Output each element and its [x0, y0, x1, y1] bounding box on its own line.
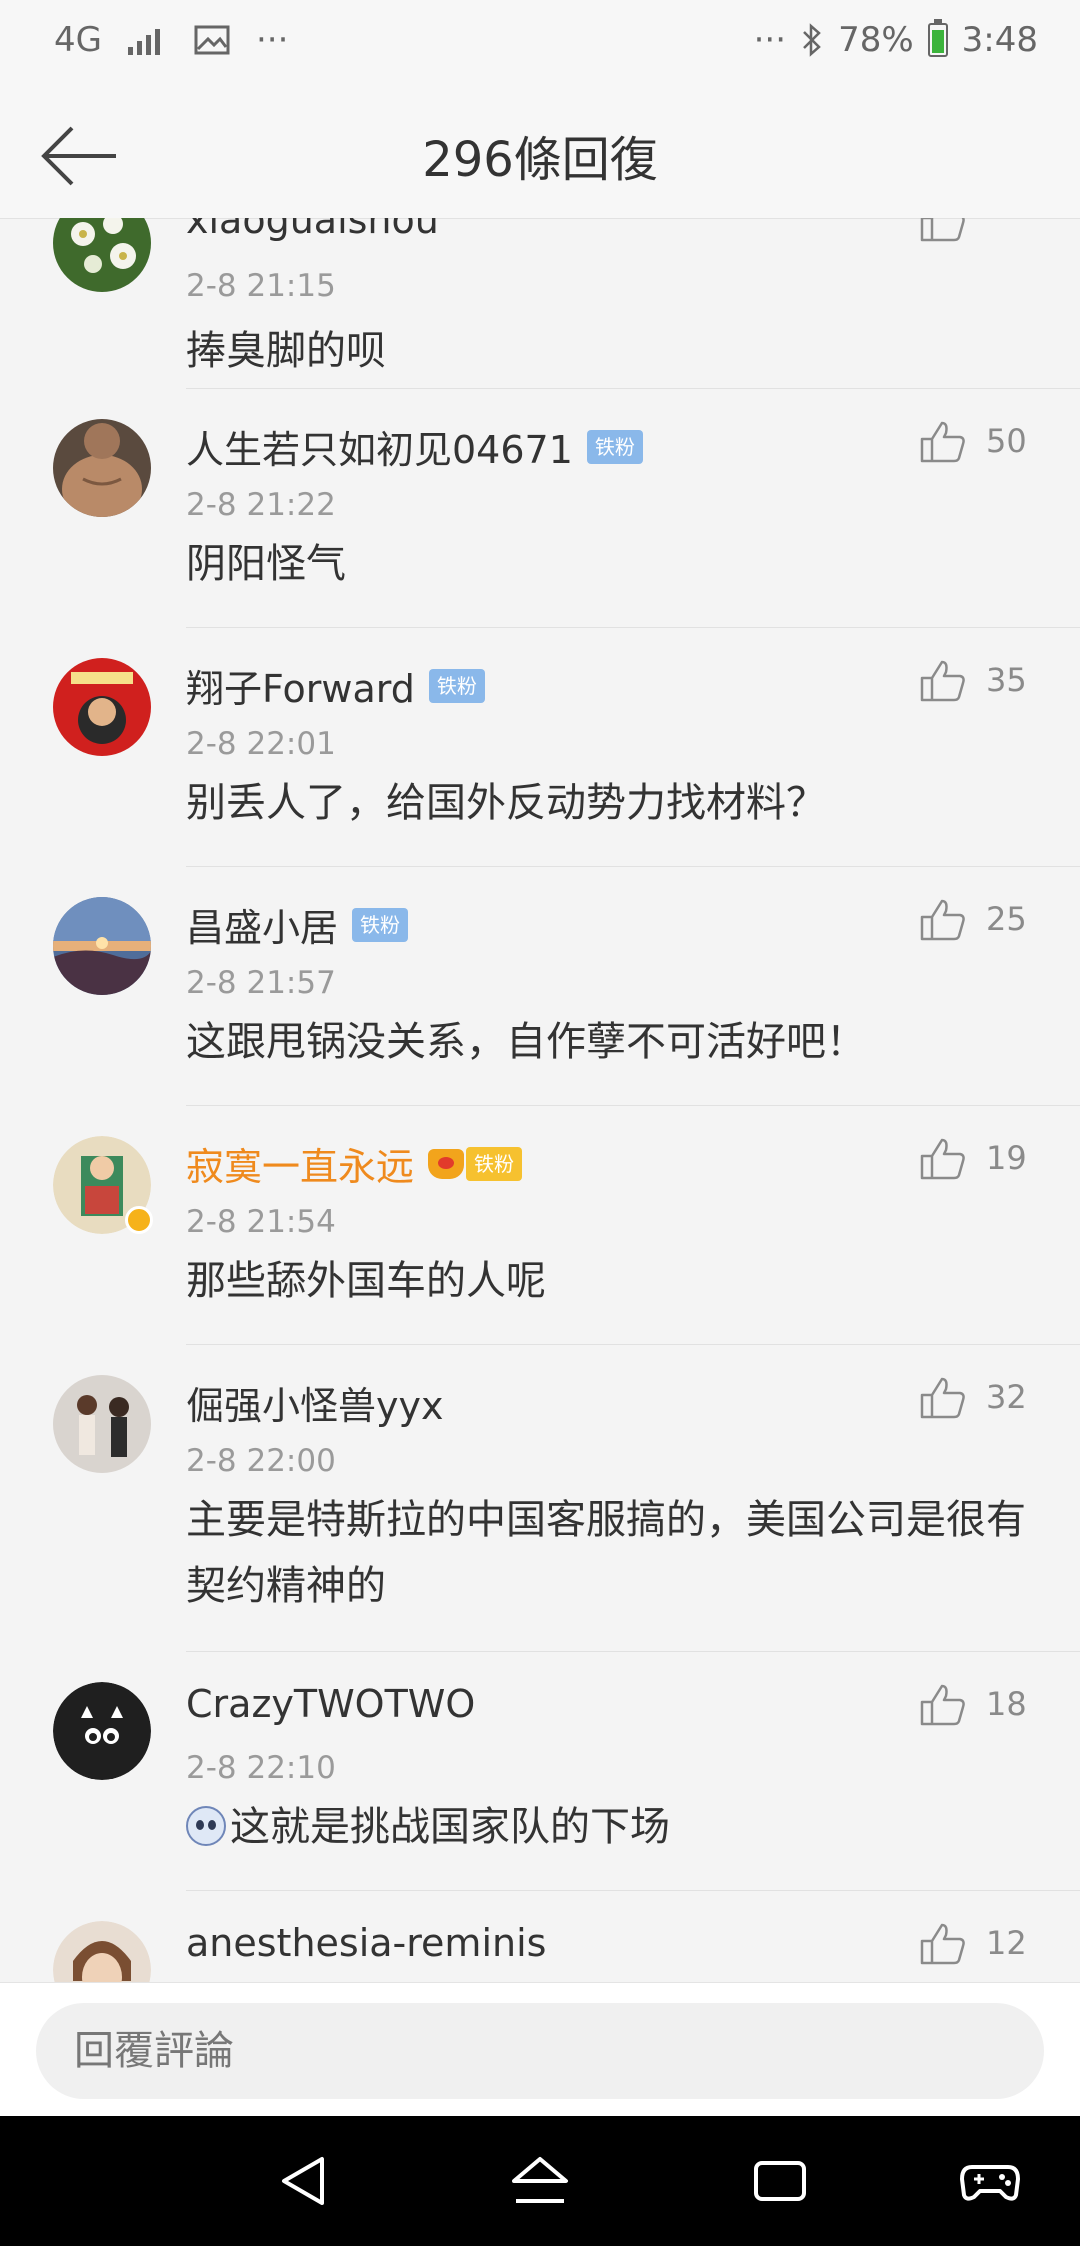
nav-recents-icon [754, 2161, 806, 2201]
thumbs-up-icon [920, 218, 965, 242]
like-count: 18 [986, 1685, 1027, 1723]
like-button[interactable]: 25 [920, 897, 1050, 941]
thumbs-up-icon [920, 1684, 965, 1726]
username[interactable]: 翔子Forward 铁粉 [186, 658, 485, 713]
bluetooth-icon [803, 23, 821, 57]
username-text: 昌盛小居 [186, 906, 339, 950]
like-button[interactable]: 32 [920, 1375, 1050, 1419]
reply-bar: 回覆評論 [0, 1982, 1080, 2117]
comment-text: 这跟甩锅没关系，自作孽不可活好吧！ [186, 1019, 866, 1065]
battery-percent: 78% [838, 20, 914, 60]
fan-badge: 铁粉 [466, 1146, 523, 1181]
navigation-bar [0, 2116, 1080, 2246]
avatar[interactable] [53, 419, 151, 517]
nav-recents-button[interactable] [748, 2149, 812, 2213]
like-count: 35 [986, 661, 1027, 699]
comment-time: 2-8 21:54 [186, 1204, 336, 1240]
avatar[interactable] [53, 658, 151, 756]
comment-item: 翔子Forward 铁粉 35 2-8 22:01 别丢人了，给国外反动势力找材… [0, 628, 1080, 866]
header: 296條回復 [0, 90, 1080, 219]
username[interactable]: 寂寞一直永远 铁粉 [186, 1136, 523, 1191]
username[interactable]: xiaoguaishou [186, 218, 439, 242]
comment-list[interactable]: xiaoguaishou 2-8 21:15 捧臭脚的呗 人生若只如初见0467… [0, 218, 1080, 1982]
username[interactable]: 倔强小怪兽yyx [186, 1375, 443, 1430]
comment-text: 别丢人了，给国外反动势力找材料？ [186, 780, 826, 826]
fan-badge: 铁粉 [352, 907, 409, 942]
like-count: 12 [986, 1924, 1027, 1962]
like-count: 50 [986, 422, 1027, 460]
image-icon [194, 25, 230, 55]
nav-back-button[interactable] [272, 2149, 336, 2213]
username[interactable]: 人生若只如初见04671 铁粉 [186, 419, 643, 474]
fan-badge: 铁粉 [428, 668, 485, 703]
more-status-icon: ··· [753, 20, 787, 60]
signal-icon [127, 29, 160, 55]
like-count: 25 [986, 900, 1027, 938]
comment-time: 2-8 22:00 [186, 1443, 336, 1479]
status-bar: 4G ··· ··· 78% 3:48 [0, 0, 1080, 90]
comment-text: 那些舔外国车的人呢 [186, 1258, 546, 1304]
comment-time: 2-8 21:57 [186, 965, 336, 1001]
comment-text: 主要是特斯拉的中国客服搞的，美国公司是很有契约精神的 [186, 1497, 1026, 1609]
username[interactable]: 昌盛小居 铁粉 [186, 897, 409, 952]
comment-time: 2-8 21:22 [186, 487, 336, 523]
page-title: 296條回復 [422, 132, 658, 188]
thumbs-up-icon [920, 421, 965, 463]
avatar[interactable] [53, 897, 151, 995]
comment-time: 2-8 22:10 [186, 1750, 336, 1786]
crown-icon [428, 1148, 465, 1179]
like-button[interactable]: 12 [920, 1921, 1050, 1965]
nav-game-button[interactable] [958, 2149, 1022, 2213]
fan-badge: 铁粉 [586, 429, 643, 464]
nav-home-icon [512, 2157, 568, 2203]
like-button[interactable]: 50 [920, 419, 1050, 463]
network-indicator: 4G [54, 20, 102, 60]
comment-item: 昌盛小居 铁粉 25 2-8 21:57 这跟甩锅没关系，自作孽不可活好吧！ [0, 867, 1080, 1105]
thumbs-up-icon [920, 1377, 965, 1419]
comment-text: 捧臭脚的呗 [186, 328, 386, 374]
username[interactable]: anesthesia-reminis [186, 1921, 546, 1965]
nav-back-icon [282, 2157, 324, 2205]
like-button[interactable]: 18 [920, 1682, 1050, 1726]
avatar[interactable] [53, 218, 151, 292]
thumbs-up-icon [920, 1923, 965, 1965]
comment-text: 阴阳怪气 [186, 541, 346, 587]
more-notifications-icon: ··· [255, 20, 289, 60]
comment-text: 这就是挑战国家队的下场 [230, 1804, 670, 1850]
comment-text-row: 这就是挑战国家队的下场 [186, 1794, 1030, 1860]
like-button[interactable]: 19 [920, 1136, 1050, 1180]
like-count: 19 [986, 1139, 1027, 1177]
comment-time: 2-8 22:01 [186, 726, 336, 762]
avatar[interactable] [53, 1921, 151, 1982]
comment-item: 倔强小怪兽yyx 32 2-8 22:00 主要是特斯拉的中国客服搞的，美国公司… [0, 1345, 1080, 1651]
username-text: 翔子Forward [186, 667, 415, 711]
emoji-icon [186, 1806, 226, 1846]
thumbs-up-icon [920, 660, 965, 702]
verified-badge-icon [125, 1206, 153, 1234]
comment-item: xiaoguaishou 2-8 21:15 捧臭脚的呗 [0, 218, 1080, 388]
thumbs-up-icon [920, 1138, 965, 1180]
gamepad-icon [960, 2165, 1020, 2201]
username-text: 人生若只如初见04671 [186, 428, 573, 472]
comment-time: 2-8 21:15 [186, 268, 336, 304]
username[interactable]: CrazyTWOTWO [186, 1682, 475, 1726]
avatar[interactable] [53, 1375, 151, 1473]
comment-item: 寂寞一直永远 铁粉 19 2-8 21:54 那些舔外国车的人呢 [0, 1106, 1080, 1344]
avatar[interactable] [53, 1682, 151, 1780]
comment-item: 人生若只如初见04671 铁粉 50 2-8 21:22 阴阳怪气 [0, 389, 1080, 627]
like-button[interactable] [920, 218, 1050, 242]
comment-item: anesthesia-reminis 12 [0, 1891, 1080, 1982]
clock: 3:48 [961, 20, 1038, 60]
like-button[interactable]: 35 [920, 658, 1050, 702]
nav-home-button[interactable] [508, 2149, 572, 2213]
battery-icon [927, 19, 948, 57]
thumbs-up-icon [920, 899, 965, 941]
avatar[interactable] [53, 1136, 153, 1234]
comment-item: CrazyTWOTWO 18 2-8 22:10 这就是挑战国家队的下场 [0, 1652, 1080, 1890]
like-count: 32 [986, 1378, 1027, 1416]
username-text: 寂寞一直永远 [186, 1145, 415, 1189]
reply-input[interactable]: 回覆評論 [36, 2003, 1044, 2099]
